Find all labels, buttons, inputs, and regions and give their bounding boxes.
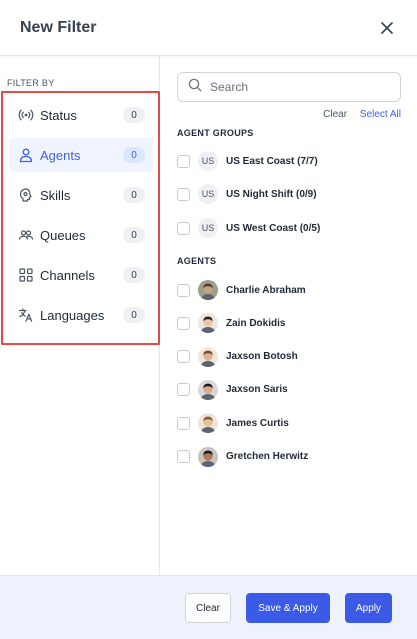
agent-row[interactable]: James Curtis xyxy=(177,411,407,435)
selection-links: Clear Select All xyxy=(323,109,401,120)
count-badge: 0 xyxy=(123,187,145,203)
agent-row[interactable]: Zain Dokidis xyxy=(177,311,407,335)
select-all-link[interactable]: Select All xyxy=(360,109,401,120)
agent-name: Charlie Abraham xyxy=(226,284,306,296)
grid-icon xyxy=(17,266,35,284)
group-row[interactable]: US US West Coast (0/5) xyxy=(177,216,407,240)
agents-title: AGENTS xyxy=(177,256,217,266)
save-and-apply-button[interactable]: Save & Apply xyxy=(246,593,330,623)
modal-header: New Filter xyxy=(0,0,417,56)
apply-button[interactable]: Apply xyxy=(345,593,392,623)
avatar xyxy=(198,313,218,334)
group-checkbox[interactable] xyxy=(177,221,190,235)
category-queues[interactable]: Queues 0 xyxy=(9,218,153,252)
category-agents[interactable]: Agents 0 xyxy=(9,138,153,172)
agent-checkbox[interactable] xyxy=(177,316,190,330)
count-badge: 0 xyxy=(123,107,145,123)
agent-groups-title: AGENT GROUPS xyxy=(177,128,254,138)
agent-checkbox[interactable] xyxy=(177,350,190,364)
category-skills[interactable]: Skills 0 xyxy=(9,178,153,212)
agent-name: Jaxson Saris xyxy=(226,384,288,396)
broadcast-icon xyxy=(17,106,35,124)
clear-selection-link[interactable]: Clear xyxy=(323,109,347,120)
avatar xyxy=(198,379,218,400)
close-icon[interactable] xyxy=(377,18,397,38)
agent-row[interactable]: Jaxson Saris xyxy=(177,378,407,402)
category-label: Status xyxy=(40,107,77,123)
category-label: Languages xyxy=(40,307,105,323)
category-label: Queues xyxy=(40,227,86,243)
group-avatar: US xyxy=(198,151,218,171)
group-label: US East Coast (7/7) xyxy=(226,155,318,167)
group-avatar: US xyxy=(198,184,218,204)
search-box[interactable] xyxy=(177,72,401,102)
modal-title: New Filter xyxy=(20,18,97,36)
clear-button[interactable]: Clear xyxy=(185,593,231,623)
group-row[interactable]: US US Night Shift (0/9) xyxy=(177,182,407,206)
agent-name: James Curtis xyxy=(226,417,289,429)
group-label: US West Coast (0/5) xyxy=(226,222,321,234)
group-row[interactable]: US US East Coast (7/7) xyxy=(177,149,407,173)
agent-checkbox[interactable] xyxy=(177,416,190,430)
agent-checkbox[interactable] xyxy=(177,283,190,297)
category-channels[interactable]: Channels 0 xyxy=(9,258,153,292)
count-badge: 0 xyxy=(123,227,145,243)
count-badge: 0 xyxy=(123,147,145,163)
agent-name: Zain Dokidis xyxy=(226,317,286,329)
group-checkbox[interactable] xyxy=(177,187,190,201)
search-icon xyxy=(188,78,202,97)
brain-icon xyxy=(17,186,35,204)
agent-row[interactable]: Jaxson Botosh xyxy=(177,345,407,369)
avatar xyxy=(198,413,218,434)
agent-row[interactable]: Charlie Abraham xyxy=(177,278,407,302)
avatar xyxy=(198,446,218,467)
users-icon xyxy=(17,226,35,244)
agent-name: Gretchen Herwitz xyxy=(226,451,309,462)
agent-checkbox[interactable] xyxy=(177,450,190,463)
category-languages[interactable]: Languages 0 xyxy=(9,298,153,332)
agent-row[interactable]: Gretchen Herwitz xyxy=(177,445,407,469)
agent-name: Jaxson Botosh xyxy=(226,351,298,363)
category-status[interactable]: Status 0 xyxy=(9,98,153,132)
group-label: US Night Shift (0/9) xyxy=(226,188,317,200)
group-avatar: US xyxy=(198,218,218,238)
category-label: Agents xyxy=(40,147,81,163)
modal-footer: Clear Save & Apply Apply xyxy=(0,575,417,639)
filter-by-label: FILTER BY xyxy=(7,78,55,88)
count-badge: 0 xyxy=(123,267,145,283)
agent-checkbox[interactable] xyxy=(177,383,190,397)
avatar xyxy=(198,346,218,367)
user-icon xyxy=(17,146,35,164)
filter-category-list: Status 0 Agents 0 Skills 0 Queues 0 Chan… xyxy=(9,98,153,338)
avatar xyxy=(198,280,218,300)
group-checkbox[interactable] xyxy=(177,154,190,168)
agent-selection-panel: Clear Select All AGENT GROUPS US US East… xyxy=(161,56,417,575)
count-badge: 0 xyxy=(123,307,145,323)
filter-category-panel: FILTER BY Status 0 Agents 0 Skills 0 Que… xyxy=(0,56,160,575)
category-label: Skills xyxy=(40,187,71,203)
category-label: Channels xyxy=(40,267,95,283)
search-input[interactable] xyxy=(210,80,390,94)
translate-icon xyxy=(17,306,35,324)
